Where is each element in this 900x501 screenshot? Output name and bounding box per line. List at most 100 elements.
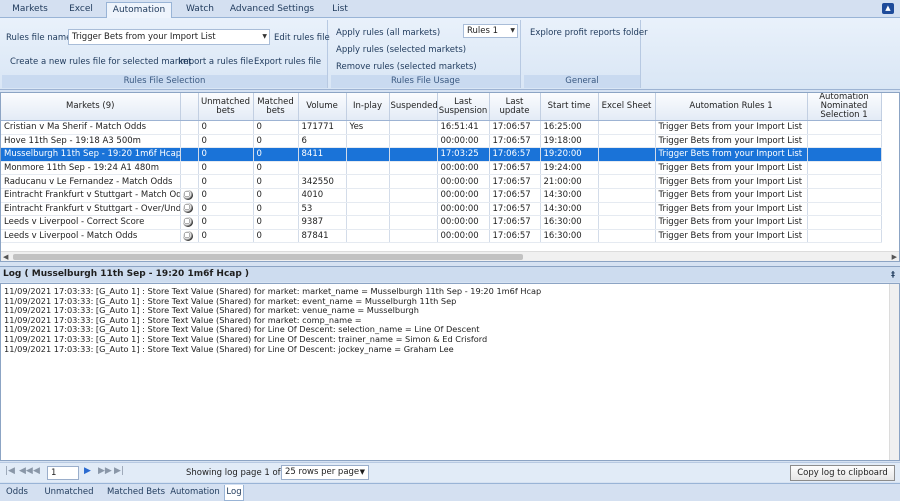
apply-rules-all-button[interactable]: Apply rules (all markets): [336, 28, 440, 38]
table-row[interactable]: Leeds v Liverpool - Correct Score 0 0 9387 0…: [1, 215, 882, 230]
tab-markets[interactable]: Markets: [4, 2, 56, 18]
tab-matched-bets[interactable]: Matched Bets: [106, 485, 166, 501]
cell-volume: 8411: [298, 147, 347, 162]
group-title-general: General: [524, 75, 640, 88]
tab-log[interactable]: Log: [224, 485, 244, 501]
import-rules-file-button[interactable]: Import a rules file: [178, 57, 253, 67]
log-line: 11/09/2021 17:03:33: [G_Auto 1] : Store …: [4, 295, 457, 306]
apply-rules-selected-button[interactable]: Apply rules (selected markets): [336, 45, 466, 55]
page-number-input[interactable]: 1: [47, 466, 79, 480]
tab-watch[interactable]: Watch: [174, 2, 226, 18]
create-rules-file-button[interactable]: Create a new rules file for selected mar…: [10, 57, 192, 67]
cell-start-time: 16:30:00: [540, 215, 599, 230]
cell-icon: [180, 188, 199, 203]
col-header-volume[interactable]: Volume: [298, 93, 347, 121]
next-block-icon[interactable]: ▶▶: [98, 466, 112, 476]
col-header-markets[interactable]: Markets (9): [1, 93, 181, 121]
explore-profit-reports-button[interactable]: Explore profit reports folder: [530, 28, 648, 38]
cell-volume: [298, 161, 347, 176]
cell-last-update: 17:06:57: [489, 188, 541, 203]
cell-excel-sheet: [598, 202, 656, 217]
table-row[interactable]: Cristian v Ma Sherif - Match Odds 0 0 17177…: [1, 120, 882, 135]
cell-last-update: 17:06:57: [489, 174, 541, 189]
table-row[interactable]: Raducanu v Le Fernandez - Match Odds 0 0 34…: [1, 174, 882, 189]
col-header-automation-rules[interactable]: Automation Rules 1: [655, 93, 808, 121]
log-line: 11/09/2021 17:03:33: [G_Auto 1] : Store …: [4, 286, 542, 296]
scroll-left-icon[interactable]: ◀: [3, 252, 8, 261]
cell-inplay: [346, 202, 390, 217]
cell-automation-rules: Trigger Bets from your Import List: [655, 188, 808, 203]
tab-automation[interactable]: Automation: [106, 2, 172, 19]
chevron-down-icon: ▼: [262, 33, 267, 40]
table-row[interactable]: Hove 11th Sep - 19:18 A3 500m 0 0 6 00:00:00…: [1, 134, 882, 149]
tab-advanced-settings[interactable]: Advanced Settings: [228, 2, 316, 18]
scrollbar-thumb[interactable]: [13, 254, 523, 260]
cell-unmatched: 0: [198, 147, 254, 162]
log-vertical-scrollbar[interactable]: [889, 284, 899, 460]
cell-suspended: [389, 120, 438, 135]
table-row[interactable]: Eintracht Frankfurt v Stuttgart - Over/U…: [1, 202, 882, 217]
col-header-in-play[interactable]: In-play: [346, 93, 390, 121]
cell-nominated-selection: [807, 215, 882, 230]
rows-per-page-select[interactable]: 25 rows per page ▼: [281, 465, 369, 480]
col-header-matched-bets[interactable]: Matched bets: [253, 93, 299, 121]
ribbon-collapse-icon[interactable]: ▲: [882, 3, 894, 14]
export-rules-file-button[interactable]: Export rules file: [254, 57, 321, 67]
scroll-right-icon[interactable]: ▶: [892, 252, 897, 261]
cell-last-update: 17:06:57: [489, 215, 541, 230]
table-row[interactable]: Monmore 11th Sep - 19:24 A1 480m 0 0 00:00:…: [1, 161, 882, 176]
cell-last-suspension: 00:00:00: [437, 188, 490, 203]
remove-rules-selected-button[interactable]: Remove rules (selected markets): [336, 62, 477, 72]
col-header-start-time[interactable]: Start time: [540, 93, 599, 121]
cell-last-suspension: 00:00:00: [437, 215, 490, 230]
col-header-suspended[interactable]: Suspended: [389, 93, 438, 121]
cell-last-update: 17:06:57: [489, 161, 541, 176]
tab-unmatched-bets[interactable]: Unmatched Bets: [34, 485, 104, 501]
col-header-icon[interactable]: [180, 93, 199, 121]
cell-start-time: 19:20:00: [540, 147, 599, 162]
prev-block-icon[interactable]: ◀◀: [19, 466, 33, 476]
tab-odds[interactable]: Odds: [2, 485, 32, 501]
log-text-area[interactable]: 11/09/2021 17:03:33: [G_Auto 1] : Store …: [0, 283, 900, 461]
table-row[interactable]: Leeds v Liverpool - Match Odds 0 0 87841 00:…: [1, 229, 882, 244]
table-row[interactable]: Eintracht Frankfurt v Stuttgart - Match …: [1, 188, 882, 203]
cell-excel-sheet: [598, 215, 656, 230]
col-header-last-suspension[interactable]: Last Suspension: [437, 93, 490, 121]
cell-suspended: [389, 147, 438, 162]
copy-log-button[interactable]: Copy log to clipboard: [790, 465, 895, 481]
cell-automation-rules: Trigger Bets from your Import List: [655, 147, 808, 162]
cell-last-suspension: 17:03:25: [437, 147, 490, 162]
table-row[interactable]: Musselburgh 11th Sep - 19:20 1m6f Hcap 0 0…: [1, 147, 882, 162]
grid-header-row: Markets (9) Unmatched bets Matched bets …: [1, 93, 882, 121]
cell-nominated-selection: [807, 229, 882, 244]
tab-list[interactable]: List: [320, 2, 360, 18]
cell-inplay: [346, 134, 390, 149]
next-page-icon[interactable]: ▶: [84, 466, 91, 476]
col-header-last-update[interactable]: Last update: [489, 93, 541, 121]
pin-icon[interactable]: ‡: [891, 267, 895, 282]
soccer-ball-icon: [182, 230, 193, 241]
grid-horizontal-scrollbar[interactable]: ◀ ▶: [1, 251, 899, 261]
rules-number-select[interactable]: Rules 1 ▼: [463, 24, 518, 38]
edit-rules-file-button[interactable]: Edit rules file: [274, 33, 330, 43]
cell-automation-rules: Trigger Bets from your Import List: [655, 120, 808, 135]
tab-excel[interactable]: Excel: [58, 2, 104, 18]
cell-last-update: 17:06:57: [489, 134, 541, 149]
cell-volume: 171771: [298, 120, 347, 135]
soccer-ball-icon: [182, 216, 193, 227]
cell-unmatched: 0: [198, 161, 254, 176]
col-header-unmatched-bets[interactable]: Unmatched bets: [198, 93, 254, 121]
cell-automation-rules: Trigger Bets from your Import List: [655, 229, 808, 244]
tab-automation-bottom[interactable]: Automation: [168, 485, 222, 501]
cell-automation-rules: Trigger Bets from your Import List: [655, 202, 808, 217]
cell-matched: 0: [253, 188, 299, 203]
markets-table: Markets (9) Unmatched bets Matched bets …: [1, 93, 882, 244]
cell-inplay: [346, 215, 390, 230]
cell-inplay: [346, 229, 390, 244]
first-page-icon[interactable]: |◀: [5, 466, 15, 476]
col-header-nominated-selection[interactable]: Automation Nominated Selection 1: [807, 93, 882, 121]
col-header-excel-sheet[interactable]: Excel Sheet: [598, 93, 656, 121]
prev-page-icon[interactable]: ◀: [33, 466, 40, 476]
rules-file-combo[interactable]: Trigger Bets from your Import List ▼: [68, 29, 270, 45]
last-page-icon[interactable]: ▶|: [114, 466, 124, 476]
